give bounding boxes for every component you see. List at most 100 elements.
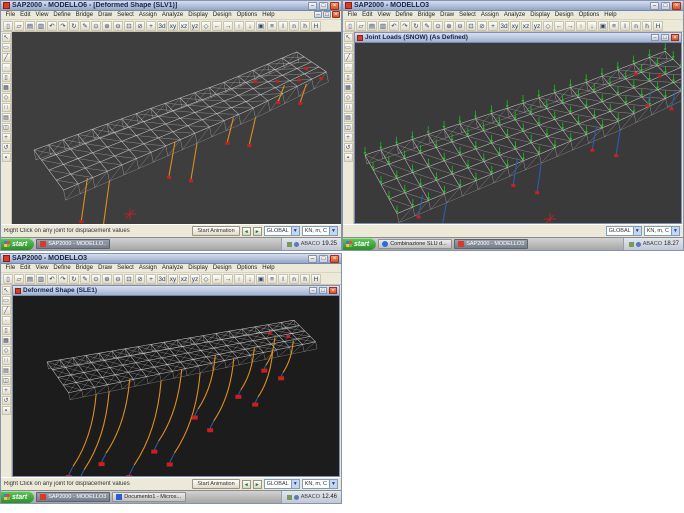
draw-icon[interactable]: ✎ <box>422 21 432 31</box>
pan-down-icon[interactable]: ↓ <box>587 21 597 31</box>
view-yz-icon[interactable]: yz <box>190 274 200 284</box>
tray-volume-icon[interactable] <box>294 242 299 247</box>
coord-system-select[interactable]: GLOBAL▼ <box>264 479 300 489</box>
perspective-icon[interactable]: ◇ <box>201 274 211 284</box>
taskbar-item[interactable]: Documento1 - Micros... <box>112 492 186 502</box>
view-yz-icon[interactable]: yz <box>532 21 542 31</box>
redo-icon[interactable]: ↷ <box>400 21 410 31</box>
frame-h-icon[interactable]: h <box>300 21 310 31</box>
perspective-icon[interactable]: ◇ <box>201 21 211 31</box>
redo-icon[interactable]: ↷ <box>58 21 68 31</box>
shrink-objects-icon[interactable]: ▣ <box>256 274 266 284</box>
view-xy-icon[interactable]: xy <box>510 21 520 31</box>
child-close-button[interactable]: × <box>671 34 679 41</box>
pan-right-icon[interactable]: → <box>565 21 575 31</box>
pan-icon[interactable]: + <box>146 21 156 31</box>
frame-H-icon[interactable]: H <box>653 21 663 31</box>
pan-down-icon[interactable]: ↓ <box>245 274 255 284</box>
start-button[interactable]: start <box>343 238 376 250</box>
refresh-window-icon[interactable]: ↻ <box>411 21 421 31</box>
save-icon[interactable]: ▤ <box>25 21 35 31</box>
menu-item[interactable]: Edit <box>18 12 33 18</box>
menu-item[interactable]: Define <box>51 12 73 18</box>
animation-next-icon[interactable]: ► <box>253 227 262 236</box>
mdi-restore-button[interactable]: □ <box>323 11 331 18</box>
zoom-in-icon[interactable]: ⊕ <box>102 274 112 284</box>
zoom-out-icon[interactable]: ⊖ <box>455 21 465 31</box>
menu-item[interactable]: View <box>33 265 51 271</box>
open-file-icon[interactable]: ▱ <box>14 21 24 31</box>
reshape-icon[interactable]: ▭ <box>344 43 353 52</box>
pan-up-icon[interactable]: ↑ <box>234 21 244 31</box>
mdi-close-button[interactable]: × <box>332 11 340 18</box>
snap-grid-icon[interactable]: ∷ <box>2 103 11 112</box>
menu-item[interactable]: Display <box>528 12 553 18</box>
start-animation-button[interactable]: Start Animation <box>192 226 239 236</box>
intersect-icon[interactable]: ◫ <box>2 123 11 132</box>
frame-H-icon[interactable]: H <box>311 274 321 284</box>
display-options-icon[interactable]: ≡ <box>267 21 277 31</box>
title-bar[interactable]: SAP2000 - MODELLO6 - [Deformed Shape (SL… <box>1 1 341 11</box>
menu-item[interactable]: Help <box>602 12 619 18</box>
child-title-bar[interactable]: Deformed Shape (SLE1) – □ × <box>13 286 339 296</box>
menu-item[interactable]: Options <box>234 265 260 271</box>
menu-item[interactable]: Help <box>260 265 277 271</box>
pointer-icon[interactable]: ↖ <box>344 33 353 42</box>
select-area-icon[interactable]: ▤ <box>2 113 11 122</box>
model-viewport-joint-loads[interactable] <box>355 43 681 223</box>
child-minimize-button[interactable]: – <box>651 34 659 41</box>
child-minimize-button[interactable]: – <box>309 287 317 294</box>
frame-n-icon[interactable]: n <box>289 274 299 284</box>
shrink-objects-icon[interactable]: ▣ <box>256 21 266 31</box>
add-object-icon[interactable]: + <box>2 133 11 142</box>
menu-item[interactable]: View <box>375 12 393 18</box>
zoom-extents-icon[interactable]: ⊙ <box>433 21 443 31</box>
taskbar-item[interactable]: SAP2000 - MODELLO... <box>36 239 110 249</box>
menu-item[interactable]: File <box>3 265 18 271</box>
pan-right-icon[interactable]: → <box>223 274 233 284</box>
units-select[interactable]: KN, m, C▼ <box>644 226 680 236</box>
print-icon[interactable]: ▥ <box>36 274 46 284</box>
menu-item[interactable]: Select <box>457 12 479 18</box>
zoom-in-icon[interactable]: ⊕ <box>102 21 112 31</box>
menu-item[interactable]: Bridge <box>73 12 95 18</box>
zoom-window-icon[interactable]: ⊡ <box>124 21 134 31</box>
frame-H-icon[interactable]: H <box>311 21 321 31</box>
zoom-previous-icon[interactable]: ⊘ <box>135 21 145 31</box>
print-icon[interactable]: ▥ <box>378 21 388 31</box>
pointer-icon[interactable]: ↖ <box>2 286 11 295</box>
add-object-icon[interactable]: + <box>344 133 353 142</box>
zoom-previous-icon[interactable]: ⊘ <box>477 21 487 31</box>
misc-tool-icon[interactable]: ▪ <box>2 406 11 415</box>
add-object-icon[interactable]: + <box>2 386 11 395</box>
i-section-icon[interactable]: I <box>278 274 288 284</box>
tray-volume-icon[interactable] <box>636 242 641 247</box>
units-select[interactable]: KN, m, C▼ <box>302 226 338 236</box>
minimize-button[interactable]: – <box>308 2 317 10</box>
restore-button[interactable]: □ <box>661 2 670 10</box>
child-restore-button[interactable]: □ <box>661 34 669 41</box>
pan-icon[interactable]: + <box>146 274 156 284</box>
view-xy-icon[interactable]: xy <box>168 21 178 31</box>
taskbar-item[interactable]: SAP2000 - MODELLO3 <box>454 239 528 249</box>
start-button[interactable]: start <box>1 238 34 250</box>
tray-app-icon[interactable] <box>287 495 292 500</box>
view-3d-icon[interactable]: 3d <box>157 274 167 284</box>
zoom-out-icon[interactable]: ⊖ <box>113 21 123 31</box>
child-close-button[interactable]: × <box>329 287 337 294</box>
view-xz-icon[interactable]: xz <box>179 21 189 31</box>
quick-frame-icon[interactable]: ▯ <box>344 73 353 82</box>
menu-item[interactable]: Display <box>186 265 211 271</box>
save-icon[interactable]: ▤ <box>367 21 377 31</box>
misc-tool-icon[interactable]: ▪ <box>344 153 353 162</box>
menu-item[interactable]: Options <box>576 12 602 18</box>
menu-item[interactable]: Select <box>115 12 137 18</box>
draw-frame-icon[interactable]: ╱ <box>2 306 11 315</box>
rotate-icon[interactable]: ↺ <box>2 396 11 405</box>
select-area-icon[interactable]: ▤ <box>2 366 11 375</box>
new-file-icon[interactable]: ▯ <box>3 274 13 284</box>
intersect-icon[interactable]: ◫ <box>2 376 11 385</box>
open-file-icon[interactable]: ▱ <box>14 274 24 284</box>
reshape-icon[interactable]: ▭ <box>2 296 11 305</box>
tray-app-icon[interactable] <box>629 242 634 247</box>
